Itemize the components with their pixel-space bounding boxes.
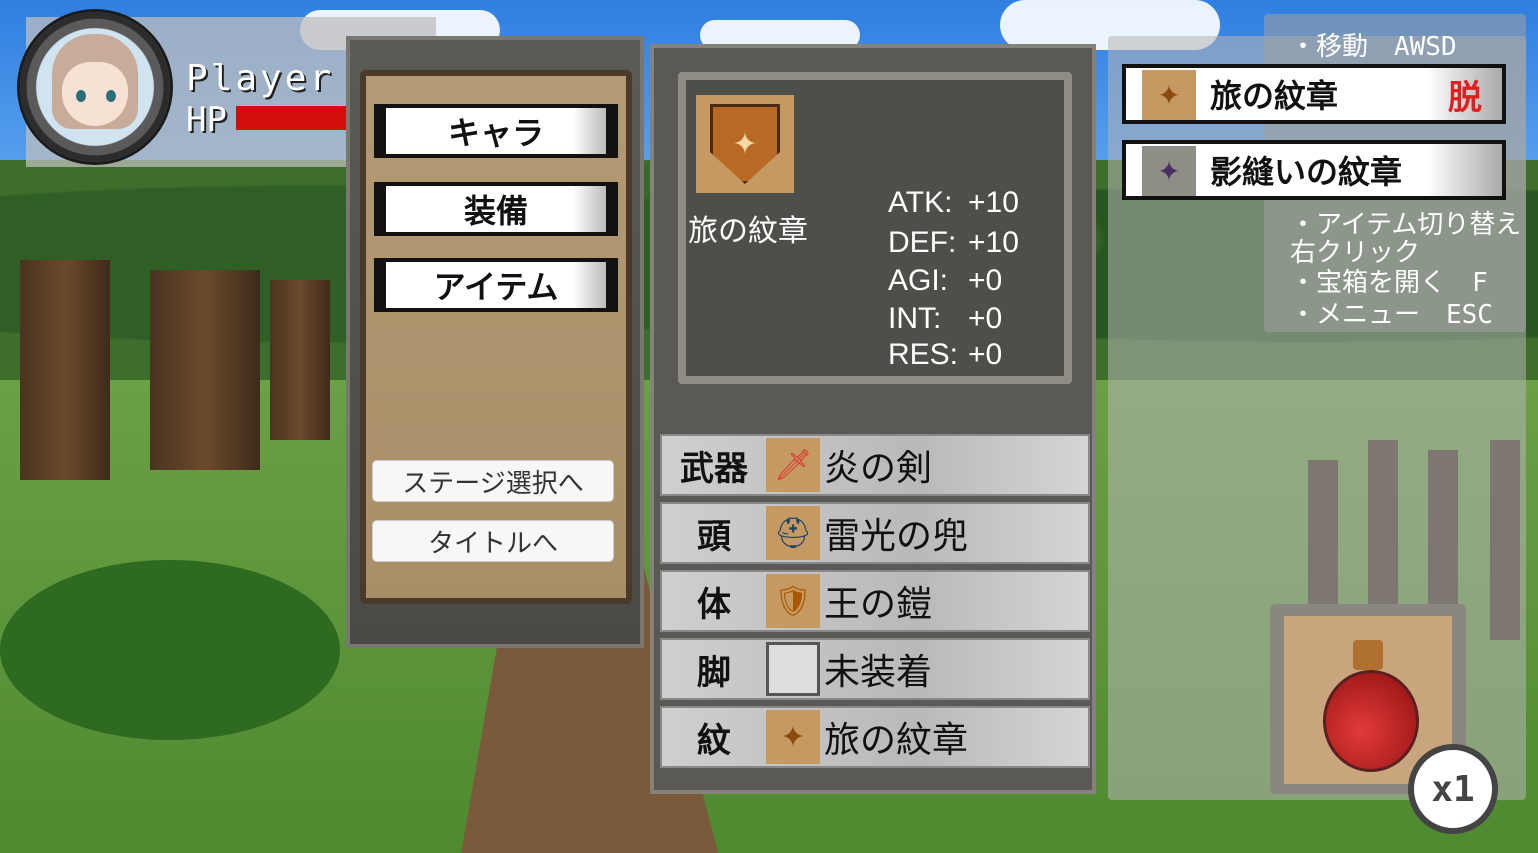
menu-button-equipment[interactable]: 装備 [374, 182, 618, 236]
potion-cork [1353, 640, 1383, 670]
inventory-item-travel-emblem[interactable]: ✦ 旅の紋章 脱 [1122, 64, 1506, 124]
help-line: ・メニュー ESC [1290, 300, 1493, 330]
tree-trunk [270, 280, 330, 440]
bush [0, 560, 340, 740]
player-name: Player [186, 58, 335, 99]
hp-bar [236, 106, 348, 130]
portrait-eye [76, 90, 86, 102]
stat-res: RES: +0 [888, 338, 1002, 372]
slot-label: 頭 [697, 516, 731, 557]
menu-button-label: キャラ [386, 108, 606, 154]
stat-key: ATK: [888, 186, 953, 219]
emblem-icon [710, 104, 780, 184]
item-row-inner: ✦ 旅の紋章 脱 [1126, 68, 1502, 120]
stat-agi: AGI: +0 [888, 264, 1002, 298]
equip-slot-weapon[interactable]: 武器 🗡 炎の剣 [660, 434, 1090, 496]
stat-key: AGI: [888, 264, 949, 297]
stat-atk: ATK: +10 [888, 186, 1019, 220]
stat-int: INT: +0 [888, 302, 1002, 336]
potion-icon [1318, 640, 1419, 772]
armor-icon: 🛡 [766, 574, 820, 628]
equip-slot-emblem[interactable]: 紋 ✦ 旅の紋章 [660, 706, 1090, 768]
emblem-icon: ✦ [1142, 70, 1196, 120]
stat-value: +0 [968, 302, 1003, 335]
equip-slot-head[interactable]: 頭 ⛑ 雷光の兜 [660, 502, 1090, 564]
shadow-emblem-icon: ✦ [1142, 146, 1196, 196]
stat-value: +0 [968, 338, 1003, 371]
player-portrait [20, 12, 170, 162]
title-button[interactable]: タイトルへ [372, 520, 614, 562]
tree-trunk [20, 260, 110, 480]
emblem-icon: ✦ [766, 710, 820, 764]
item-count-badge: x1 [1408, 744, 1498, 834]
stat-value: +10 [968, 186, 1019, 219]
item-name: 旅の紋章 [1210, 77, 1339, 115]
stat-key: DEF: [888, 226, 957, 259]
item-name: 影縫いの紋章 [1210, 153, 1403, 191]
slot-item-name: 雷光の兜 [824, 516, 969, 557]
stage-select-button[interactable]: ステージ選択へ [372, 460, 614, 502]
empty-slot-icon [766, 642, 820, 696]
slot-label: 武器 [680, 448, 748, 489]
slot-label: 体 [697, 584, 731, 625]
stat-key: INT: [888, 302, 942, 335]
menu-button-label: 装備 [386, 186, 606, 232]
stat-def: DEF: +10 [888, 226, 1019, 260]
detail-item-name: 旅の紋章 [688, 214, 808, 249]
hp-fill [236, 106, 348, 130]
menu-button-label: アイテム [386, 262, 606, 308]
slot-item-name: 未装着 [824, 652, 933, 693]
equip-slot-body[interactable]: 体 🛡 王の鎧 [660, 570, 1090, 632]
help-line: ・移動 AWSD [1290, 32, 1457, 62]
slot-item-name: 炎の剣 [824, 448, 933, 489]
potion-bottle [1323, 670, 1419, 772]
slot-item-name: 旅の紋章 [824, 720, 969, 761]
slot-item-name: 王の鎧 [824, 584, 933, 625]
helmet-icon: ⛑ [766, 506, 820, 560]
unequip-button[interactable]: 脱 [1448, 68, 1482, 120]
slot-label: 脚 [697, 652, 731, 693]
tree-trunk [150, 270, 260, 470]
item-row-inner: ✦ 影縫いの紋章 [1126, 144, 1502, 196]
portrait-eye [106, 90, 116, 102]
detail-emblem-icon [696, 95, 794, 193]
hp-label: HP [186, 100, 227, 140]
menu-button-items[interactable]: アイテム [374, 258, 618, 312]
menu-button-character[interactable]: キャラ [374, 104, 618, 158]
stat-key: RES: [888, 338, 959, 371]
slot-label: 紋 [697, 720, 731, 761]
stat-value: +10 [968, 226, 1019, 259]
portrait-face [62, 62, 128, 126]
equip-slot-legs[interactable]: 脚 未装着 [660, 638, 1090, 700]
stat-value: +0 [968, 264, 1003, 297]
inventory-item-shadow-emblem[interactable]: ✦ 影縫いの紋章 [1122, 140, 1506, 200]
fire-sword-icon: 🗡 [766, 438, 820, 492]
